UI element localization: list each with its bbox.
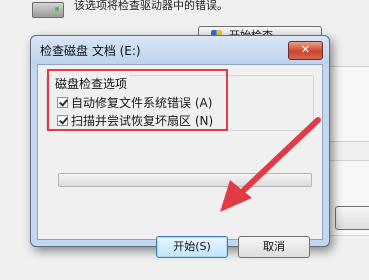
annotation-arrow-icon (220, 117, 321, 212)
